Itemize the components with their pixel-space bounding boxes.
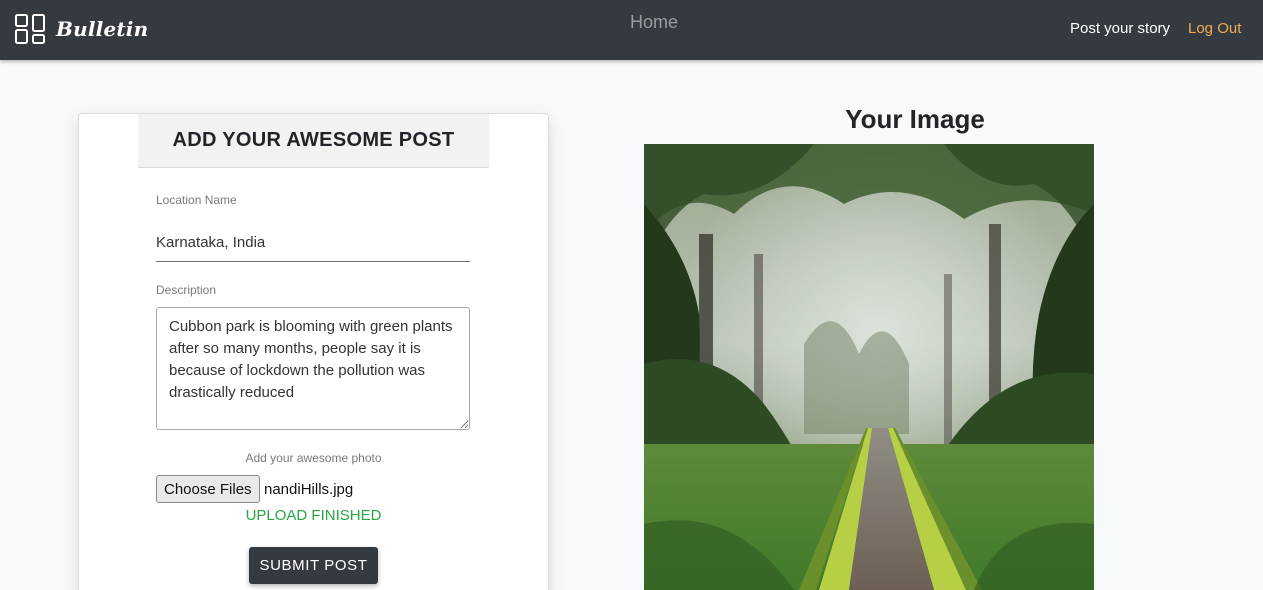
photo-label: Add your awesome photo: [245, 451, 382, 465]
location-input[interactable]: [156, 224, 470, 262]
card-header: ADD YOUR AWESOME POST: [138, 114, 489, 168]
description-label: Description: [156, 283, 217, 297]
nav-home-link[interactable]: Home: [630, 12, 678, 33]
brand-link[interactable]: Bulletin: [14, 13, 148, 45]
uploaded-image-preview: [644, 144, 1094, 590]
description-textarea[interactable]: Cubbon park is blooming with green plant…: [156, 307, 470, 430]
image-preview-heading: Your Image: [845, 104, 985, 134]
nav-post-story-link[interactable]: Post your story: [1070, 20, 1170, 37]
upload-status: UPLOAD FINISHED: [245, 507, 382, 524]
location-label: Location Name: [156, 193, 237, 207]
selected-file-name: nandiHills.jpg: [264, 481, 354, 498]
top-navbar: Bulletin Home Post your story Log Out: [0, 0, 1263, 60]
form-title: ADD YOUR AWESOME POST: [172, 129, 455, 151]
dashboard-grid-icon: [14, 13, 46, 45]
submit-post-button[interactable]: SUBMIT POST: [249, 547, 378, 584]
nav-logout-link[interactable]: Log Out: [1188, 20, 1241, 37]
add-post-card: ADD YOUR AWESOME POST Location Name Desc…: [78, 113, 549, 590]
choose-files-button[interactable]: Choose Files: [156, 475, 260, 503]
brand-name: Bulletin: [56, 17, 149, 41]
